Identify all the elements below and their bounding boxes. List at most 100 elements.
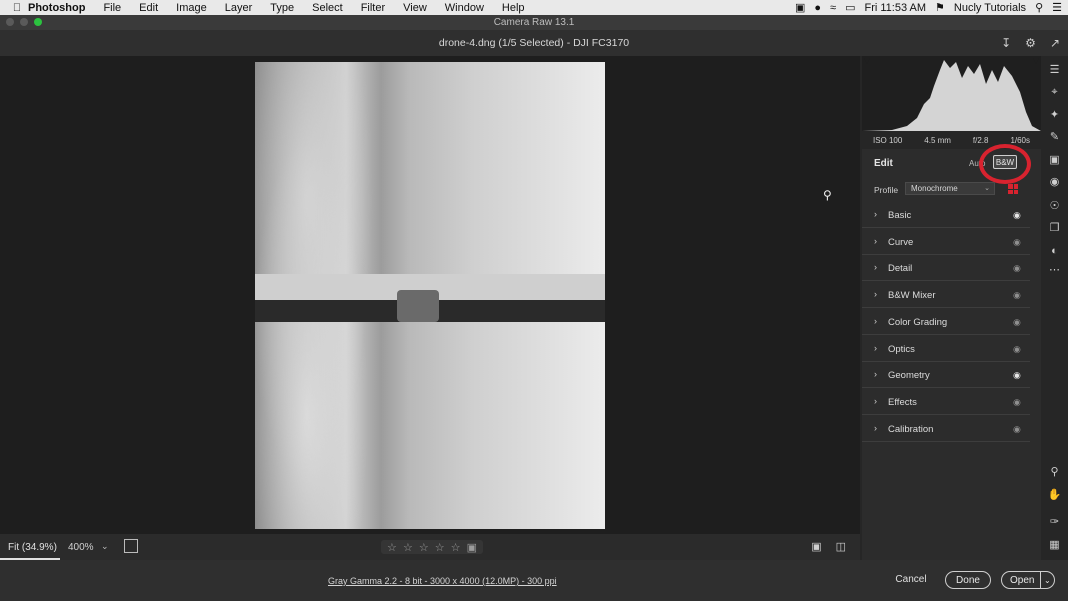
profile-select[interactable]: Monochrome ⌄: [905, 182, 995, 195]
preview-image[interactable]: [255, 62, 605, 529]
open-button[interactable]: Open ⌄: [1001, 571, 1055, 589]
menu-view[interactable]: View: [403, 2, 427, 14]
linear-gradient-icon[interactable]: ▣: [1047, 153, 1062, 168]
menu-filter[interactable]: Filter: [361, 2, 385, 14]
menu-image[interactable]: Image: [176, 2, 207, 14]
eye-icon[interactable]: ◉: [1013, 263, 1021, 274]
edit-title: Edit: [874, 158, 893, 169]
menu-file[interactable]: File: [103, 2, 121, 14]
eye-icon[interactable]: ◉: [1013, 317, 1021, 328]
star-icon[interactable]: ☆: [435, 541, 445, 554]
chevron-right-icon[interactable]: ›: [874, 209, 877, 219]
panel-section[interactable]: › B&W Mixer ◉: [862, 282, 1030, 309]
radial-gradient-icon[interactable]: ◉: [1047, 175, 1062, 190]
panel-section[interactable]: › Effects ◉: [862, 389, 1030, 415]
panel-section[interactable]: › Geometry ◉: [862, 362, 1030, 389]
eye-icon[interactable]: ◉: [1013, 424, 1021, 435]
chevron-right-icon[interactable]: ›: [874, 262, 877, 272]
save-image-icon[interactable]: ↧: [1001, 30, 1011, 56]
eye-icon[interactable]: ◉: [1013, 344, 1021, 355]
menu-layer[interactable]: Layer: [225, 2, 253, 14]
close-window-button[interactable]: [6, 18, 14, 26]
zoom-cursor-icon: ⚲: [823, 188, 832, 202]
menu-app[interactable]: Photoshop: [28, 2, 85, 14]
eye-icon[interactable]: ◉: [1013, 397, 1021, 408]
chevron-right-icon[interactable]: ›: [874, 289, 877, 299]
camera-icon[interactable]: ▣: [795, 1, 805, 14]
before-after-toggle-icon[interactable]: ▣: [811, 540, 821, 553]
chevron-right-icon[interactable]: ›: [874, 236, 877, 246]
flag-icon[interactable]: ⚑: [935, 1, 945, 14]
grid-overlay-icon[interactable]: ▦: [1047, 538, 1062, 553]
eyedropper-icon[interactable]: ✑: [1047, 515, 1062, 530]
control-center-icon[interactable]: ☰: [1052, 1, 1062, 14]
red-eye-icon[interactable]: ☉: [1047, 199, 1062, 214]
chevron-right-icon[interactable]: ›: [874, 369, 877, 379]
eye-icon[interactable]: ◉: [1013, 210, 1021, 221]
chevron-right-icon[interactable]: ›: [874, 423, 877, 433]
star-icon[interactable]: ☆: [451, 541, 461, 554]
brush-icon[interactable]: ✎: [1047, 130, 1062, 145]
edit-header: Edit Auto B&W: [862, 144, 1041, 184]
traffic-lights: [6, 18, 42, 26]
done-button[interactable]: Done: [945, 571, 991, 589]
star-icon[interactable]: ☆: [387, 541, 397, 554]
eye-icon[interactable]: ◉: [1013, 237, 1021, 248]
highlight-circle-annotation: [979, 144, 1031, 184]
chevron-right-icon[interactable]: ›: [874, 396, 877, 406]
menu-window[interactable]: Window: [445, 2, 484, 14]
panel-section[interactable]: › Color Grading ◉: [862, 309, 1030, 335]
zoom-level-option[interactable]: 400%: [68, 542, 94, 553]
cancel-button[interactable]: Cancel: [890, 571, 932, 589]
wifi-icon[interactable]: ≈: [830, 2, 836, 14]
profile-browser-icon[interactable]: [1008, 184, 1018, 194]
image-viewer[interactable]: ⚲: [0, 56, 860, 534]
zoom-tool-icon[interactable]: ⚲: [1047, 465, 1062, 480]
fullscreen-icon[interactable]: ↗: [1050, 30, 1060, 56]
star-icon[interactable]: ☆: [403, 541, 413, 554]
fit-zoom-option[interactable]: Fit (34.9%): [8, 542, 57, 553]
menu-help[interactable]: Help: [502, 2, 525, 14]
trash-icon[interactable]: ▣: [467, 541, 477, 554]
panel-section[interactable]: › Calibration ◉: [862, 416, 1030, 442]
zoom-window-button[interactable]: [34, 18, 42, 26]
menu-type[interactable]: Type: [270, 2, 294, 14]
snapshots-icon[interactable]: ❐: [1047, 221, 1062, 236]
panel-section[interactable]: › Optics ◉: [862, 336, 1030, 362]
more-icon[interactable]: ⋯: [1047, 263, 1062, 278]
panel-section-label: Calibration: [888, 423, 934, 435]
presets-icon[interactable]: ◐: [1047, 244, 1062, 259]
panel-section[interactable]: › Detail ◉: [862, 255, 1030, 282]
panel-section-label: Optics: [888, 343, 915, 355]
edit-sliders-icon[interactable]: ☰: [1047, 63, 1062, 78]
apple-icon[interactable]: : [6, 2, 28, 14]
user-name[interactable]: Nucly Tutorials: [954, 2, 1026, 14]
compare-view-icon[interactable]: ◫: [836, 540, 846, 553]
chevron-right-icon[interactable]: ›: [874, 343, 877, 353]
star-icon[interactable]: ☆: [419, 541, 429, 554]
menu-select[interactable]: Select: [312, 2, 343, 14]
focal-length-value: 4.5 mm: [924, 135, 951, 145]
spotlight-icon[interactable]: ⚲: [1035, 1, 1043, 14]
star-rating[interactable]: ☆ ☆ ☆ ☆ ☆ ▣: [381, 540, 483, 554]
panel-section[interactable]: › Basic ◉: [862, 202, 1030, 228]
menu-edit[interactable]: Edit: [139, 2, 158, 14]
crop-icon[interactable]: ⌖: [1047, 85, 1062, 100]
window-titlebar: Camera Raw 13.1: [0, 15, 1068, 30]
eye-icon[interactable]: ◉: [1013, 370, 1021, 381]
workflow-options-link[interactable]: Gray Gamma 2.2 - 8 bit - 3000 x 4000 (12…: [328, 576, 557, 586]
eye-icon[interactable]: ◉: [1013, 290, 1021, 301]
chevron-down-icon[interactable]: ⌄: [1044, 572, 1051, 590]
minimize-window-button[interactable]: [20, 18, 28, 26]
creative-cloud-icon[interactable]: ●: [814, 2, 821, 14]
filmstrip-icon[interactable]: [124, 539, 138, 553]
healing-icon[interactable]: ✦: [1047, 108, 1062, 123]
document-title: drone-4.dng (1/5 Selected) - DJI FC3170: [438, 37, 630, 49]
chevron-right-icon[interactable]: ›: [874, 316, 877, 326]
hand-tool-icon[interactable]: ✋: [1047, 488, 1062, 503]
clock[interactable]: Fri 11:53 AM: [865, 2, 927, 14]
chevron-down-icon[interactable]: ⌄: [101, 541, 109, 552]
airplay-icon[interactable]: ▭: [845, 1, 855, 14]
gear-icon[interactable]: ⚙: [1025, 30, 1036, 56]
panel-section[interactable]: › Curve ◉: [862, 229, 1030, 255]
